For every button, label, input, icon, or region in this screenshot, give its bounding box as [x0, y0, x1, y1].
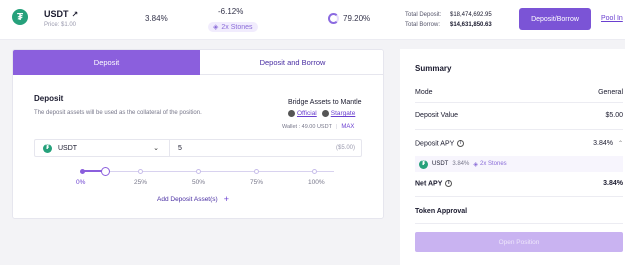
deposit-apy-breakdown: ₮ USDT 3.84% ◈ 2x Stones	[415, 156, 623, 172]
deposit-description: The deposit assets will be used as the c…	[34, 110, 202, 116]
slider-stop-0pct[interactable]	[79, 169, 85, 174]
bridge-title: Bridge Assets to Mantle	[288, 99, 362, 106]
stones-badge: ◈ 2x Stones	[208, 22, 258, 32]
summary-title: Summary	[415, 64, 452, 73]
slider-stop-75pct[interactable]	[253, 169, 259, 174]
deposit-input-row: ₮ USDT ⌄ 5 ($5.00)	[34, 139, 362, 157]
borrow-apy: -6.12%	[218, 7, 244, 16]
supply-apy: 3.84%	[145, 14, 168, 23]
deposit-section-title: Deposit	[34, 94, 64, 103]
utilization-rate: 79.20%	[343, 14, 371, 23]
pool-info-link[interactable]: Pool In	[601, 15, 623, 22]
official-bridge-icon	[288, 110, 295, 117]
summary-panel: Summary Mode General Deposit Value $5.00…	[400, 49, 625, 265]
open-position-button[interactable]: Open Position	[415, 232, 623, 252]
usdt-icon: ₮	[419, 159, 428, 169]
net-apy-row: Net APY i	[415, 180, 453, 188]
total-borrow-value: $14,631,850.63	[450, 22, 492, 28]
wallet-separator: |	[335, 124, 338, 130]
total-deposit-value: $18,474,692.95	[450, 12, 492, 18]
apy-stones-label: 2x Stones	[479, 161, 507, 167]
apy-token: USDT	[432, 161, 449, 167]
divider	[415, 129, 623, 130]
deposit-apy-value: 3.84%	[593, 140, 614, 147]
net-apy-value: 3.84%	[603, 180, 623, 187]
slider-label: 0%	[76, 179, 86, 186]
external-link-icon[interactable]: ↗	[72, 10, 79, 19]
add-asset-label: Add Deposit Asset(s)	[157, 195, 218, 203]
stones-label: 2x Stones	[221, 23, 253, 31]
asset-price: Price: $1.00	[44, 22, 77, 28]
slider-stop-50pct[interactable]	[195, 169, 201, 174]
asset-symbol[interactable]: USDT ↗	[44, 9, 78, 19]
tab-deposit[interactable]: Deposit	[13, 50, 200, 75]
add-deposit-asset-button[interactable]: Add Deposit Asset(s) +	[157, 194, 229, 204]
total-deposit-label: Total Deposit:	[405, 12, 442, 18]
chevron-down-icon: ⌄	[153, 145, 159, 152]
mode-label: Mode	[415, 89, 433, 96]
market-header: ₮ USDT ↗ Price: $1.00 3.84% -6.12% ◈ 2x S…	[0, 0, 625, 40]
slider-thumb[interactable]	[100, 167, 110, 176]
apy-stones: ◈ 2x Stones	[473, 161, 506, 168]
chevron-up-icon: ⌃	[617, 141, 623, 147]
stones-icon: ◈	[473, 161, 478, 168]
asset-symbol-text: USDT	[44, 9, 69, 19]
divider	[415, 102, 623, 103]
deposit-value-label: Deposit Value	[415, 112, 459, 119]
slider-label: 75%	[250, 179, 264, 186]
mode-value: General	[598, 89, 623, 96]
apy-token-pct: 3.84%	[452, 161, 470, 167]
amount-value: 5	[178, 144, 182, 152]
max-button[interactable]: MAX	[341, 124, 354, 130]
stones-icon: ◈	[213, 24, 219, 31]
net-apy-label: Net APY	[415, 180, 443, 188]
deposit-borrow-button[interactable]: Deposit/Borrow	[519, 8, 591, 30]
deposit-apy-label: Deposit APY	[415, 140, 455, 148]
info-icon[interactable]: i	[457, 140, 465, 147]
slider-label: 50%	[192, 179, 206, 186]
slider-label: 25%	[134, 179, 148, 186]
utilization-ring-icon	[328, 13, 339, 24]
total-borrow-label: Total Borrow:	[405, 22, 441, 28]
slider-stop-100pct[interactable]	[311, 169, 317, 174]
plus-icon: +	[223, 194, 229, 204]
stargate-link[interactable]: Stargate	[331, 110, 356, 117]
token-approval-label: Token Approval	[415, 208, 468, 215]
wallet-text: Wallet : 49.00 USDT	[282, 124, 332, 130]
amount-usd: ($5.00)	[335, 145, 355, 151]
stargate-icon	[321, 110, 329, 117]
token-select[interactable]: ₮ USDT ⌄	[35, 140, 170, 156]
deposit-apy-value-wrap[interactable]: 3.84% ⌃	[593, 140, 623, 147]
usdt-icon: ₮	[43, 143, 52, 153]
divider	[415, 223, 623, 224]
slider-stop-25pct[interactable]	[137, 169, 143, 174]
bridge-links: Official Stargate	[288, 110, 355, 117]
slider-track[interactable]	[82, 171, 334, 172]
usdt-icon: ₮	[12, 9, 28, 25]
amount-input[interactable]: 5 ($5.00)	[170, 140, 361, 156]
token-symbol: USDT	[58, 144, 78, 152]
info-icon[interactable]: i	[445, 180, 453, 187]
divider	[415, 196, 623, 197]
deposit-value: $5.00	[605, 112, 623, 119]
deposit-apy-row: Deposit APY i	[415, 140, 465, 148]
slider-label: 100%	[308, 179, 325, 186]
wallet-balance: Wallet : 49.00 USDT | MAX	[282, 124, 354, 130]
tab-deposit-and-borrow[interactable]: Deposit and Borrow	[200, 50, 383, 75]
mode-tabs: Deposit Deposit and Borrow	[13, 50, 383, 75]
official-bridge-link[interactable]: Official	[297, 110, 317, 117]
